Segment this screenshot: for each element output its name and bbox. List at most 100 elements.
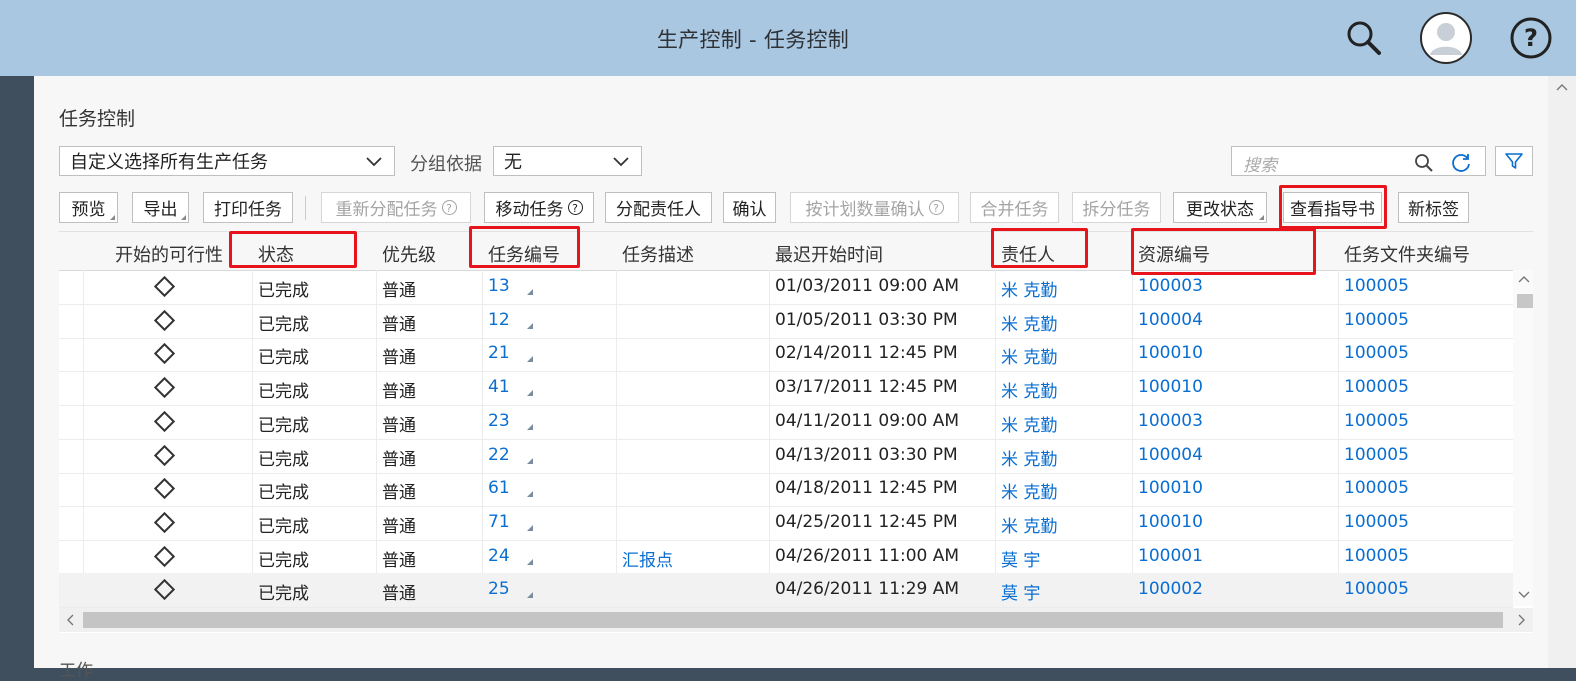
responsible-link[interactable]: 米 克勤 — [1001, 310, 1057, 335]
responsible-link[interactable]: 米 克勤 — [1001, 343, 1057, 368]
split-task-button[interactable]: 拆分任务 — [1072, 192, 1161, 223]
confirm-button[interactable]: 确认 — [723, 192, 776, 223]
cell-menu-indicator-icon[interactable] — [527, 390, 533, 397]
page-scroll-up-icon[interactable] — [1556, 82, 1568, 92]
column-header-folder-no[interactable]: 任务文件夹编号 — [1344, 241, 1470, 267]
assign-responsible-label: 分配责任人 — [616, 200, 701, 220]
status-cell: 已完成 — [258, 281, 309, 301]
resource-no-link[interactable]: 100003 — [1138, 411, 1203, 431]
resource-no-link[interactable]: 100010 — [1138, 478, 1203, 498]
scroll-left-icon[interactable] — [65, 614, 75, 626]
task-no-link[interactable]: 23 — [488, 411, 510, 431]
confirm-planned-qty-button[interactable]: 按计划数量确认? — [790, 192, 959, 223]
page-scrollbar[interactable] — [1548, 76, 1576, 668]
user-avatar-button[interactable] — [1418, 10, 1474, 66]
help-button[interactable]: ? — [1503, 10, 1559, 66]
cell-menu-indicator-icon[interactable] — [527, 322, 533, 329]
task-no-link[interactable]: 24 — [488, 546, 510, 566]
column-header-latest-start[interactable]: 最迟开始时间 — [775, 241, 883, 267]
search-icon[interactable] — [1414, 153, 1434, 173]
resource-no-link[interactable]: 100010 — [1138, 512, 1203, 532]
horizontal-scrollbar[interactable] — [59, 608, 1533, 632]
resource-no-link[interactable]: 100004 — [1138, 310, 1203, 330]
table-row[interactable]: 已完成 普通 22 04/13/2011 03:30 PM 米 克勤 100004 1000… — [59, 439, 1513, 474]
resource-no-link[interactable]: 100010 — [1138, 377, 1203, 397]
folder-no-link[interactable]: 100005 — [1344, 579, 1409, 599]
column-header-task-desc[interactable]: 任务描述 — [622, 241, 694, 267]
export-button[interactable]: 导出 — [132, 192, 189, 223]
table-row[interactable]: 已完成 普通 71 04/25/2011 12:45 PM 米 克勤 100010 1000… — [59, 506, 1513, 541]
responsible-link[interactable]: 米 克勤 — [1001, 445, 1057, 470]
table-row[interactable]: 已完成 普通 24 汇报点 04/26/2011 11:00 AM 莫 宇 100001 10… — [59, 540, 1513, 575]
table-row[interactable]: 已完成 普通 41 03/17/2011 12:45 PM 米 克勤 100010 1000… — [59, 371, 1513, 407]
resource-no-link[interactable]: 100001 — [1138, 546, 1203, 566]
new-tag-button[interactable]: 新标签 — [1398, 192, 1469, 223]
cell-menu-indicator-icon[interactable] — [527, 592, 533, 599]
move-task-button[interactable]: 移动任务? — [484, 192, 594, 223]
table-row[interactable]: 已完成 普通 25 04/26/2011 11:29 AM 莫 宇 100002 10000… — [59, 573, 1513, 609]
task-no-link[interactable]: 25 — [488, 579, 510, 599]
table-row[interactable]: 已完成 普通 61 04/18/2011 12:45 PM 米 克勤 100010 1000… — [59, 472, 1513, 508]
search-field[interactable]: 搜索 — [1231, 146, 1486, 176]
task-no-link[interactable]: 71 — [488, 512, 510, 532]
folder-no-link[interactable]: 100005 — [1344, 411, 1409, 431]
cell-menu-indicator-icon[interactable] — [527, 356, 533, 363]
table-row[interactable]: 已完成 普通 23 04/11/2011 09:00 AM 米 克勤 100003 1000… — [59, 405, 1513, 440]
scroll-right-icon[interactable] — [1517, 614, 1527, 626]
task-desc-link[interactable]: 汇报点 — [622, 546, 673, 571]
task-no-link[interactable]: 21 — [488, 343, 510, 363]
horizontal-scroll-thumb[interactable] — [83, 612, 1503, 628]
responsible-link[interactable]: 米 克勤 — [1001, 377, 1057, 402]
scroll-up-icon[interactable] — [1518, 274, 1530, 284]
task-no-link[interactable]: 41 — [488, 377, 510, 397]
search-button[interactable] — [1336, 10, 1392, 66]
preview-button[interactable]: 预览 — [59, 192, 118, 223]
table-row[interactable]: 已完成 普通 12 01/05/2011 03:30 PM 米 克勤 100004 1000… — [59, 304, 1513, 339]
folder-no-link[interactable]: 100005 — [1344, 445, 1409, 465]
cell-menu-indicator-icon[interactable] — [527, 524, 533, 531]
folder-no-link[interactable]: 100005 — [1344, 310, 1409, 330]
table-row[interactable]: 已完成 普通 21 02/14/2011 12:45 PM 米 克勤 100010 1000… — [59, 337, 1513, 373]
change-status-button[interactable]: 更改状态 — [1173, 192, 1267, 223]
task-no-link[interactable]: 22 — [488, 445, 510, 465]
folder-no-link[interactable]: 100005 — [1344, 512, 1409, 532]
responsible-link[interactable]: 米 克勤 — [1001, 276, 1057, 301]
responsible-link[interactable]: 莫 宇 — [1001, 546, 1040, 571]
responsible-link[interactable]: 米 克勤 — [1001, 411, 1057, 436]
column-header-feasibility[interactable]: 开始的可行性 — [115, 241, 223, 267]
responsible-link[interactable]: 莫 宇 — [1001, 579, 1040, 604]
resource-no-link[interactable]: 100010 — [1138, 343, 1203, 363]
print-task-button[interactable]: 打印任务 — [203, 192, 293, 223]
section-heading-partial: 工作 — [59, 661, 93, 681]
vertical-scrollbar[interactable] — [1513, 270, 1533, 606]
assign-responsible-button[interactable]: 分配责任人 — [605, 192, 712, 223]
reassign-task-button[interactable]: 重新分配任务? — [321, 192, 471, 223]
task-no-link[interactable]: 13 — [488, 276, 510, 296]
variant-select[interactable]: 自定义选择所有生产任务 — [59, 146, 395, 176]
cell-menu-indicator-icon[interactable] — [527, 457, 533, 464]
responsible-link[interactable]: 米 克勤 — [1001, 478, 1057, 503]
task-no-link[interactable]: 61 — [488, 478, 510, 498]
table-row[interactable]: 已完成 普通 13 01/03/2011 09:00 AM 米 克勤 100003 1000… — [59, 270, 1513, 305]
scroll-down-icon[interactable] — [1518, 590, 1530, 600]
task-no-link[interactable]: 12 — [488, 310, 510, 330]
folder-no-link[interactable]: 100005 — [1344, 276, 1409, 296]
filter-button[interactable] — [1495, 146, 1533, 176]
column-header-priority[interactable]: 优先级 — [382, 241, 436, 267]
folder-no-link[interactable]: 100005 — [1344, 343, 1409, 363]
vertical-scroll-thumb[interactable] — [1517, 294, 1533, 308]
cell-menu-indicator-icon[interactable] — [527, 558, 533, 565]
folder-no-link[interactable]: 100005 — [1344, 377, 1409, 397]
cell-menu-indicator-icon[interactable] — [527, 423, 533, 430]
resource-no-link[interactable]: 100004 — [1138, 445, 1203, 465]
group-by-select[interactable]: 无 — [493, 146, 642, 176]
cell-menu-indicator-icon[interactable] — [527, 289, 533, 295]
resource-no-link[interactable]: 100002 — [1138, 579, 1203, 599]
folder-no-link[interactable]: 100005 — [1344, 478, 1409, 498]
merge-task-button[interactable]: 合并任务 — [970, 192, 1059, 223]
responsible-link[interactable]: 米 克勤 — [1001, 512, 1057, 537]
folder-no-link[interactable]: 100005 — [1344, 546, 1409, 566]
resource-no-link[interactable]: 100003 — [1138, 276, 1203, 296]
refresh-icon[interactable] — [1450, 151, 1472, 173]
cell-menu-indicator-icon[interactable] — [527, 491, 533, 498]
